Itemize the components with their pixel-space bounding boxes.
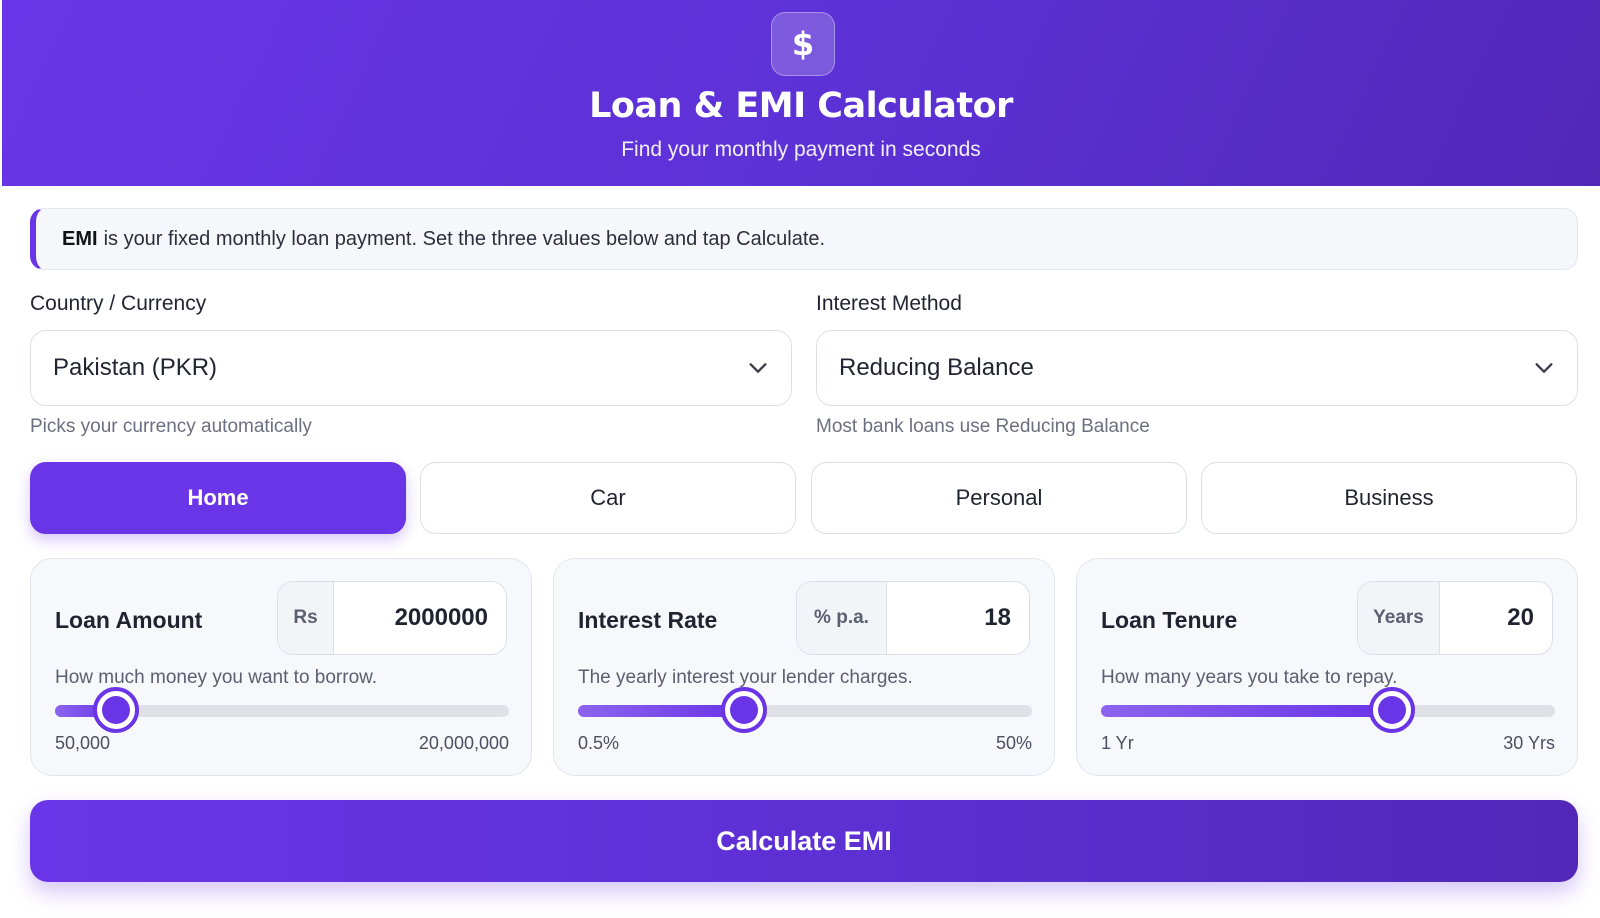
- loan-tenure-input[interactable]: Years 20: [1357, 581, 1553, 655]
- country-helper: Picks your currency automatically: [30, 416, 312, 437]
- loan-tenure-max-label: 30 Yrs: [1503, 733, 1555, 753]
- loan-amount-input[interactable]: Rs 2000000: [277, 581, 507, 655]
- loan-tenure-value[interactable]: 20: [1440, 582, 1552, 654]
- loan-amount-slider-thumb[interactable]: [93, 687, 140, 733]
- interest-rate-card: Interest Rate % p.a. 18 The yearly inter…: [553, 558, 1055, 776]
- interest-rate-slider-thumb[interactable]: [720, 687, 767, 733]
- country-select[interactable]: Pakistan (PKR): [30, 330, 792, 406]
- interest-rate-title: Interest Rate: [578, 607, 718, 633]
- interest-rate-value[interactable]: 18: [887, 582, 1029, 654]
- loan-amount-value[interactable]: 2000000: [334, 582, 506, 654]
- info-banner-text: is your fixed monthly loan payment. Set …: [103, 227, 826, 250]
- header: $ Loan & EMI Calculator Find your monthl…: [2, 0, 1600, 186]
- tab-business[interactable]: Business: [1201, 462, 1577, 534]
- tab-home[interactable]: Home: [30, 462, 406, 534]
- method-select[interactable]: Reducing Balance: [816, 330, 1578, 406]
- interest-rate-min-label: 0.5%: [578, 733, 620, 753]
- calculate-emi-button[interactable]: Calculate EMI: [30, 800, 1578, 882]
- loan-amount-unit: Rs: [278, 582, 334, 654]
- tab-personal[interactable]: Personal: [811, 462, 1187, 534]
- page-title: Loan & EMI Calculator: [589, 86, 1013, 126]
- method-select-value: Reducing Balance: [839, 354, 1034, 381]
- loan-tenure-slider-fill: [1101, 705, 1392, 717]
- loan-amount-max-label: 20,000,000: [418, 733, 509, 753]
- loan-tenure-helper: How many years you take to repay.: [1101, 667, 1398, 688]
- loan-tenure-slider-thumb[interactable]: [1368, 687, 1415, 733]
- chevron-down-icon: [1535, 363, 1553, 373]
- calculator-card: $ Loan & EMI Calculator Find your monthl…: [2, 0, 1600, 918]
- loan-tenure-card: Loan Tenure Years 20 How many years you …: [1076, 558, 1578, 776]
- method-helper: Most bank loans use Reducing Balance: [816, 416, 1150, 437]
- tab-car[interactable]: Car: [420, 462, 796, 534]
- loan-tenure-title: Loan Tenure: [1101, 607, 1238, 633]
- country-select-value: Pakistan (PKR): [53, 354, 218, 381]
- interest-rate-unit: % p.a.: [797, 582, 887, 654]
- loan-amount-helper: How much money you want to borrow.: [55, 667, 378, 688]
- loan-tenure-unit: Years: [1358, 582, 1440, 654]
- method-label: Interest Method: [816, 292, 962, 315]
- loan-amount-min-label: 50,000: [55, 733, 111, 753]
- loan-tenure-slider-track[interactable]: [1101, 705, 1555, 717]
- dollar-glyph: $: [791, 25, 815, 63]
- info-banner-bold: EMI: [62, 227, 98, 250]
- info-banner: EMI is your fixed monthly loan payment. …: [30, 208, 1578, 270]
- loan-amount-title: Loan Amount: [55, 607, 203, 633]
- interest-rate-helper: The yearly interest your lender charges.: [578, 667, 913, 688]
- country-label: Country / Currency: [30, 292, 207, 315]
- interest-rate-slider-fill: [578, 705, 744, 717]
- chevron-down-icon: [749, 363, 767, 373]
- dollar-icon: $: [771, 12, 835, 76]
- loan-tenure-min-label: 1 Yr: [1101, 733, 1134, 753]
- interest-rate-slider-track[interactable]: [578, 705, 1032, 717]
- interest-rate-input[interactable]: % p.a. 18: [796, 581, 1030, 655]
- loan-amount-card: Loan Amount Rs 2000000 How much money yo…: [30, 558, 532, 776]
- interest-rate-max-label: 50%: [995, 733, 1032, 753]
- page-subtitle: Find your monthly payment in seconds: [621, 138, 981, 161]
